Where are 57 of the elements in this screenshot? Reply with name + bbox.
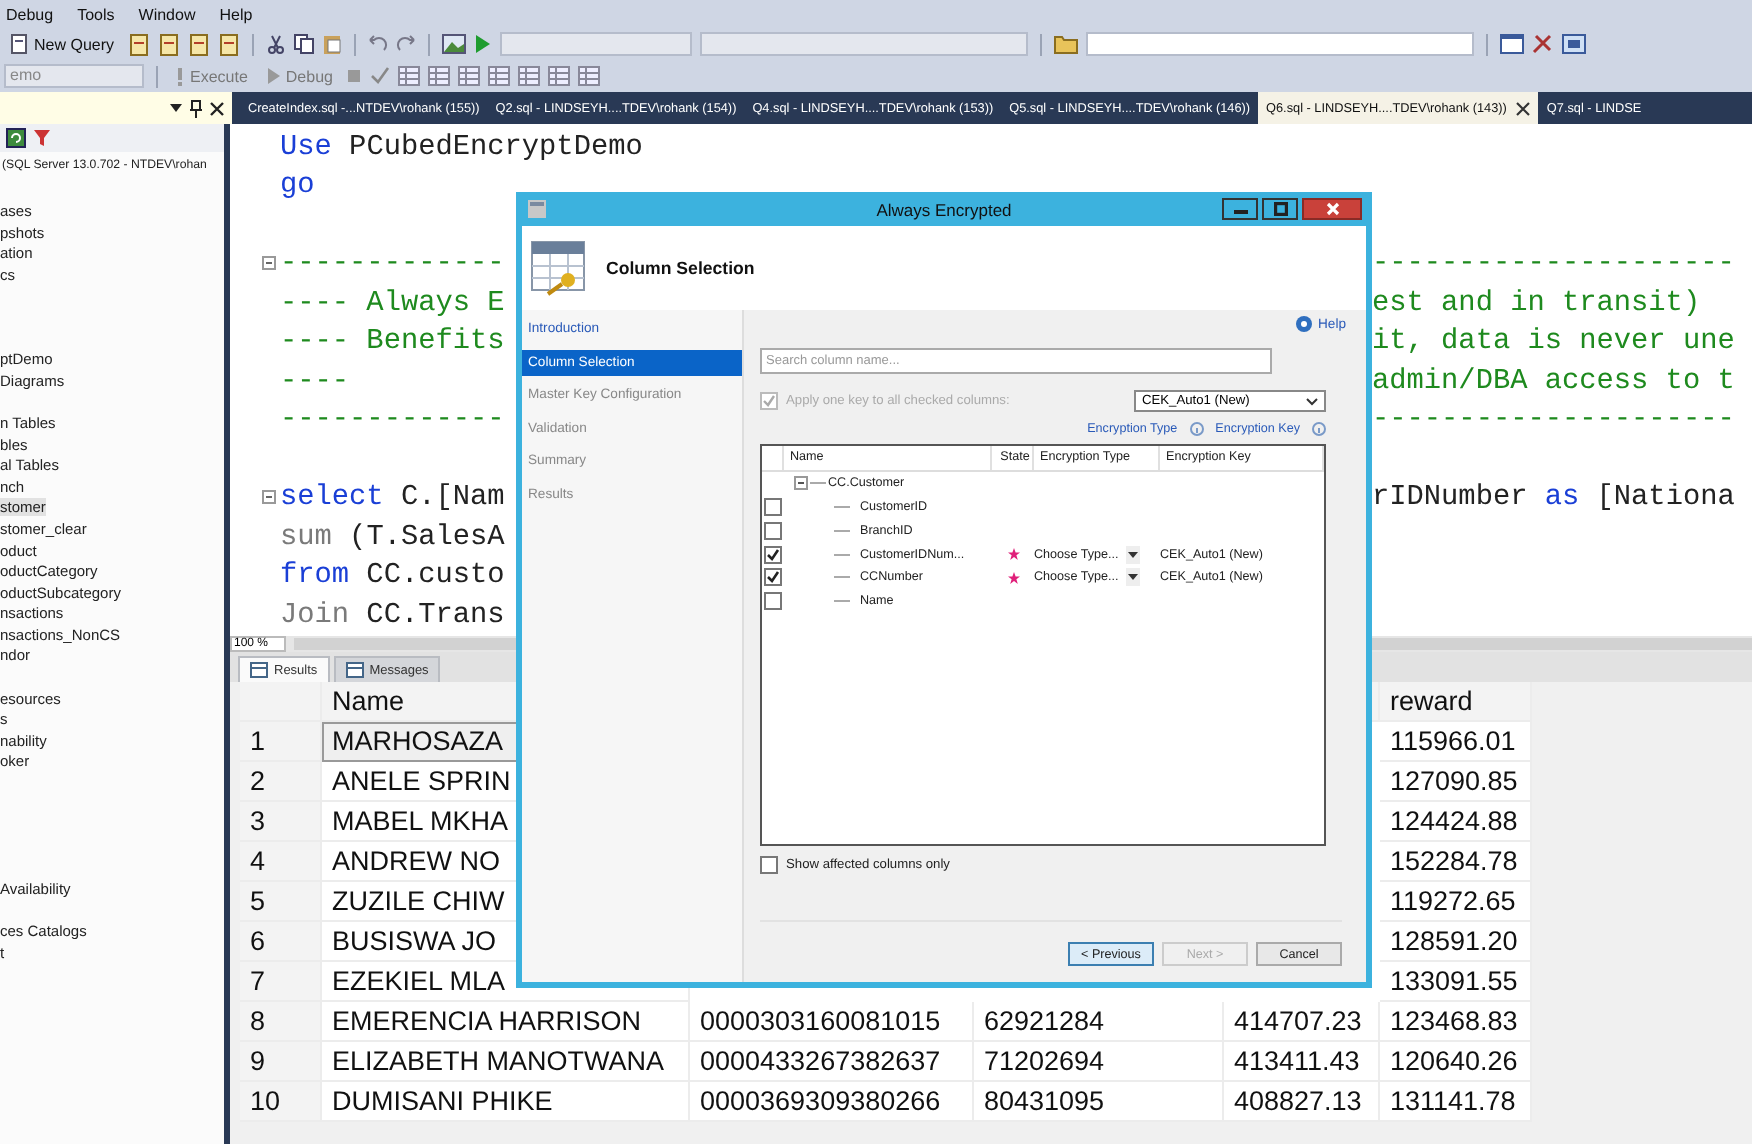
table-cell[interactable]: 413411.43 [1224, 1042, 1380, 1082]
table-cell[interactable]: 152284.78 [1380, 842, 1532, 882]
code-line: --------------------- [1372, 248, 1735, 281]
table-cell[interactable]: 115966.01 [1380, 722, 1532, 762]
row-number: 8 [240, 1002, 322, 1042]
table-cell[interactable]: 119272.65 [1380, 882, 1532, 922]
table-cell[interactable]: 127090.85 [1380, 762, 1532, 802]
row-number: 3 [240, 802, 322, 842]
row-number: 2 [240, 762, 322, 802]
code-line: rIDNumber as [Nationa [1372, 482, 1735, 515]
new-query-button[interactable]: New Query [4, 30, 121, 58]
table-cell[interactable]: 71202694 [974, 1042, 1224, 1082]
row-number: 10 [240, 1082, 322, 1122]
table-cell[interactable]: 0000303160081015 [690, 1002, 974, 1042]
menu-item[interactable]: Tools [77, 5, 115, 23]
code-line: --------------------- [1372, 404, 1735, 437]
code-line: ------------- [280, 248, 505, 281]
table-cell[interactable]: ELIZABETH MANOTWANA [322, 1042, 690, 1082]
table-cell[interactable]: 0000369309380266 [690, 1082, 974, 1122]
menu-item[interactable]: Debug [6, 5, 54, 23]
page-title: Column Selection [606, 258, 755, 278]
table-cell[interactable]: 131141.78 [1380, 1082, 1532, 1122]
table-cell[interactable]: 62921284 [974, 1002, 1224, 1042]
code-line: from CC.custo [280, 560, 505, 593]
table-cell[interactable]: 123468.83 [1380, 1002, 1532, 1042]
table-cell[interactable]: EMERENCIA HARRISON [322, 1002, 690, 1042]
code-line: ---- Always E [280, 287, 505, 320]
row-number: 9 [240, 1042, 322, 1082]
code-line: sum (T.SalesA [280, 521, 505, 554]
table-cell[interactable]: 0000433267382637 [690, 1042, 974, 1082]
code-line: ---- Benefits [280, 326, 505, 359]
table-cell[interactable]: 124424.88 [1380, 802, 1532, 842]
menu-item[interactable]: Window [138, 5, 196, 23]
code-line: Join CC.Trans [280, 599, 505, 632]
row-number: 4 [240, 842, 322, 882]
table-cell[interactable]: 120640.26 [1380, 1042, 1532, 1082]
code-line: est and in transit) [1372, 287, 1701, 320]
code-line: admin/DBA access to t [1372, 365, 1735, 398]
row-number: 7 [240, 962, 322, 1002]
table-cell[interactable]: 80431095 [974, 1082, 1224, 1122]
row-number: 6 [240, 922, 322, 962]
column-header: reward [1380, 682, 1532, 722]
code-line: select C.[Nam [280, 482, 505, 515]
table-cell[interactable]: 408827.13 [1224, 1082, 1380, 1122]
window-title: Always Encrypted [876, 199, 1012, 219]
code-line: it, data is never une [1372, 326, 1735, 359]
table-cell[interactable]: 128591.20 [1380, 922, 1532, 962]
code-line: go [280, 170, 315, 203]
table-cell[interactable]: 133091.55 [1380, 962, 1532, 1002]
row-number: 1 [240, 722, 322, 762]
code-line: Use PCubedEncryptDemo [280, 131, 643, 164]
row-number: 5 [240, 882, 322, 922]
menu-item[interactable]: Help [219, 5, 253, 23]
code-line: ------------- [280, 404, 505, 437]
code-line: ---- [280, 365, 350, 398]
table-cell[interactable]: 414707.23 [1224, 1002, 1380, 1042]
table-cell[interactable]: DUMISANI PHIKE [322, 1082, 690, 1122]
